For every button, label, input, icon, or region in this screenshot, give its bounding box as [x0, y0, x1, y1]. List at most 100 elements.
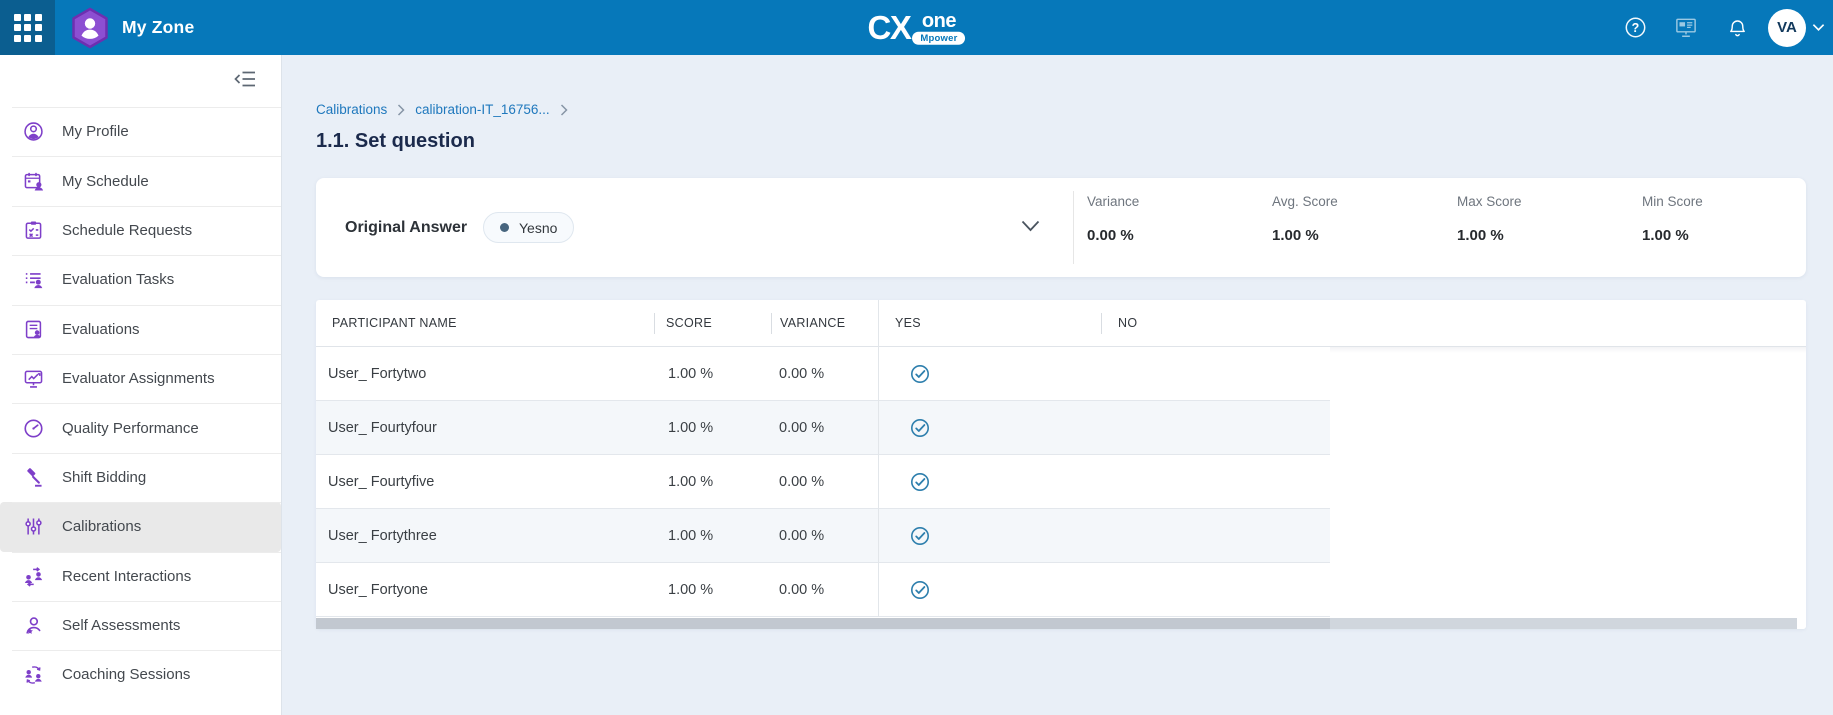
chevron-right-icon	[560, 104, 568, 116]
schedule-requests-icon	[21, 218, 45, 242]
sidebar-item-my-schedule[interactable]: My Schedule	[0, 156, 281, 205]
column-header-yes: YES	[895, 316, 921, 330]
column-header-variance: VARIANCE	[780, 316, 845, 330]
sidebar-item-label: Evaluation Tasks	[62, 271, 174, 288]
sidebar-item-quality-performance[interactable]: Quality Performance	[0, 403, 281, 452]
sidebar-item-label: Schedule Requests	[62, 222, 192, 239]
sidebar-item-label: My Schedule	[62, 173, 149, 190]
yes-cell	[910, 472, 930, 492]
sidebar-header	[0, 55, 281, 107]
app-grid-icon	[14, 14, 42, 42]
sidebar-item-coaching-sessions[interactable]: Coaching Sessions	[0, 650, 281, 699]
scrollbar-thumb[interactable]	[316, 618, 1330, 629]
breadcrumb-link-calibrations[interactable]: Calibrations	[316, 102, 387, 117]
answer-chip[interactable]: Yesno	[483, 212, 574, 243]
table-row[interactable]: User_ Fourtyfour 1.00 % 0.00 %	[316, 401, 1330, 455]
score-cell: 1.00 %	[668, 474, 713, 490]
sidebar-collapse-button[interactable]	[233, 68, 257, 90]
column-header-no: NO	[1118, 316, 1137, 330]
score-cell: 1.00 %	[668, 582, 713, 598]
stat-label: Avg. Score	[1272, 194, 1457, 211]
participant-name-cell: User_ Fortytwo	[328, 366, 426, 382]
sidebar-item-recent-interactions[interactable]: Recent Interactions	[0, 552, 281, 601]
score-cell: 1.00 %	[668, 366, 713, 382]
my-profile-icon	[21, 120, 45, 144]
cxone-logo-badge: Mpower	[912, 31, 965, 45]
self-assessments-icon	[21, 614, 45, 638]
evaluation-tasks-icon	[21, 268, 45, 292]
stat-avg-score: Avg. Score 1.00 %	[1272, 178, 1457, 277]
screen-share-button[interactable]	[1674, 16, 1698, 40]
sidebar-item-label: Quality Performance	[62, 420, 199, 437]
column-border	[878, 300, 879, 617]
stat-label: Variance	[1087, 194, 1272, 211]
notifications-button[interactable]	[1725, 16, 1749, 40]
app-title: My Zone	[122, 0, 194, 55]
variance-cell: 0.00 %	[779, 528, 824, 544]
stat-value: 1.00 %	[1457, 227, 1642, 244]
participant-name-cell: User_ Fourtyfour	[328, 420, 437, 436]
yes-cell	[910, 364, 930, 384]
score-stats: Variance 0.00 % Avg. Score 1.00 % Max Sc…	[1087, 178, 1827, 277]
sidebar-items: My Profile My Schedule Schedule Requests…	[0, 107, 281, 700]
sidebar-item-my-profile[interactable]: My Profile	[0, 107, 281, 156]
collapse-panel-button[interactable]	[1018, 214, 1042, 238]
check-circle-icon	[910, 580, 930, 600]
variance-cell: 0.00 %	[779, 474, 824, 490]
topbar-actions: ? VA	[1596, 0, 1825, 55]
stat-max-score: Max Score 1.00 %	[1457, 178, 1642, 277]
help-button[interactable]: ?	[1623, 16, 1647, 40]
my-schedule-icon	[21, 169, 45, 193]
shift-bidding-icon	[21, 465, 45, 489]
screen-share-icon	[1674, 16, 1698, 39]
app-launcher-button[interactable]	[0, 0, 55, 55]
stat-label: Max Score	[1457, 194, 1642, 211]
table-body: User_ Fortytwo 1.00 % 0.00 % User_ Fourt…	[316, 347, 1806, 617]
sidebar-item-label: Recent Interactions	[62, 568, 191, 585]
yes-cell	[910, 418, 930, 438]
table-row[interactable]: User_ Fourtyfive 1.00 % 0.00 %	[316, 455, 1330, 509]
stat-label: Min Score	[1642, 194, 1827, 211]
table-row[interactable]: User_ Fortyone 1.00 % 0.00 %	[316, 563, 1330, 617]
score-cell: 1.00 %	[668, 528, 713, 544]
panel-divider	[1073, 191, 1074, 264]
sidebar-item-calibrations[interactable]: Calibrations	[0, 502, 281, 551]
cxone-logo-one: one	[922, 10, 956, 30]
user-avatar[interactable]: VA	[1768, 9, 1806, 47]
yes-cell	[910, 526, 930, 546]
stat-variance: Variance 0.00 %	[1087, 178, 1272, 277]
user-menu-button[interactable]	[1812, 23, 1825, 32]
sidebar-item-evaluation-tasks[interactable]: Evaluation Tasks	[0, 255, 281, 304]
table-row[interactable]: User_ Fortytwo 1.00 % 0.00 %	[316, 347, 1330, 401]
check-circle-icon	[910, 418, 930, 438]
sidebar-item-evaluations[interactable]: Evaluations	[0, 305, 281, 354]
horizontal-scrollbar[interactable]	[316, 617, 1806, 629]
sidebar-item-schedule-requests[interactable]: Schedule Requests	[0, 206, 281, 255]
column-header-score: SCORE	[666, 316, 712, 330]
breadcrumb-link-calibration-session[interactable]: calibration-IT_16756...	[415, 102, 549, 117]
sidebar-item-shift-bidding[interactable]: Shift Bidding	[0, 453, 281, 502]
header-divider	[654, 313, 655, 334]
evaluator-assignments-icon	[21, 367, 45, 391]
variance-cell: 0.00 %	[779, 366, 824, 382]
sidebar-item-label: Evaluator Assignments	[62, 370, 215, 387]
check-circle-icon	[910, 526, 930, 546]
recent-interactions-icon	[21, 564, 45, 588]
app-root: My Zone CX one Mpower ?	[0, 0, 1833, 715]
sidebar-item-label: Shift Bidding	[62, 469, 146, 486]
table-row[interactable]: User_ Fortythree 1.00 % 0.00 %	[316, 509, 1330, 563]
yes-cell	[910, 580, 930, 600]
sidebar-item-self-assessments[interactable]: Self Assessments	[0, 601, 281, 650]
sidebar-item-label: My Profile	[62, 123, 129, 140]
top-bar: My Zone CX one Mpower ?	[0, 0, 1833, 55]
collapse-sidebar-icon	[234, 70, 256, 88]
column-header-participant-name: PARTICIPANT NAME	[332, 316, 457, 330]
answer-chip-dot-icon	[500, 223, 509, 232]
cxone-logo: CX one Mpower	[868, 10, 966, 45]
stat-value: 1.00 %	[1642, 227, 1827, 244]
sidebar-item-label: Coaching Sessions	[62, 666, 190, 683]
sidebar-item-evaluator-assignments[interactable]: Evaluator Assignments	[0, 354, 281, 403]
help-icon: ?	[1624, 16, 1647, 39]
myzone-hexagon-icon	[70, 7, 110, 49]
quality-performance-icon	[21, 416, 45, 440]
